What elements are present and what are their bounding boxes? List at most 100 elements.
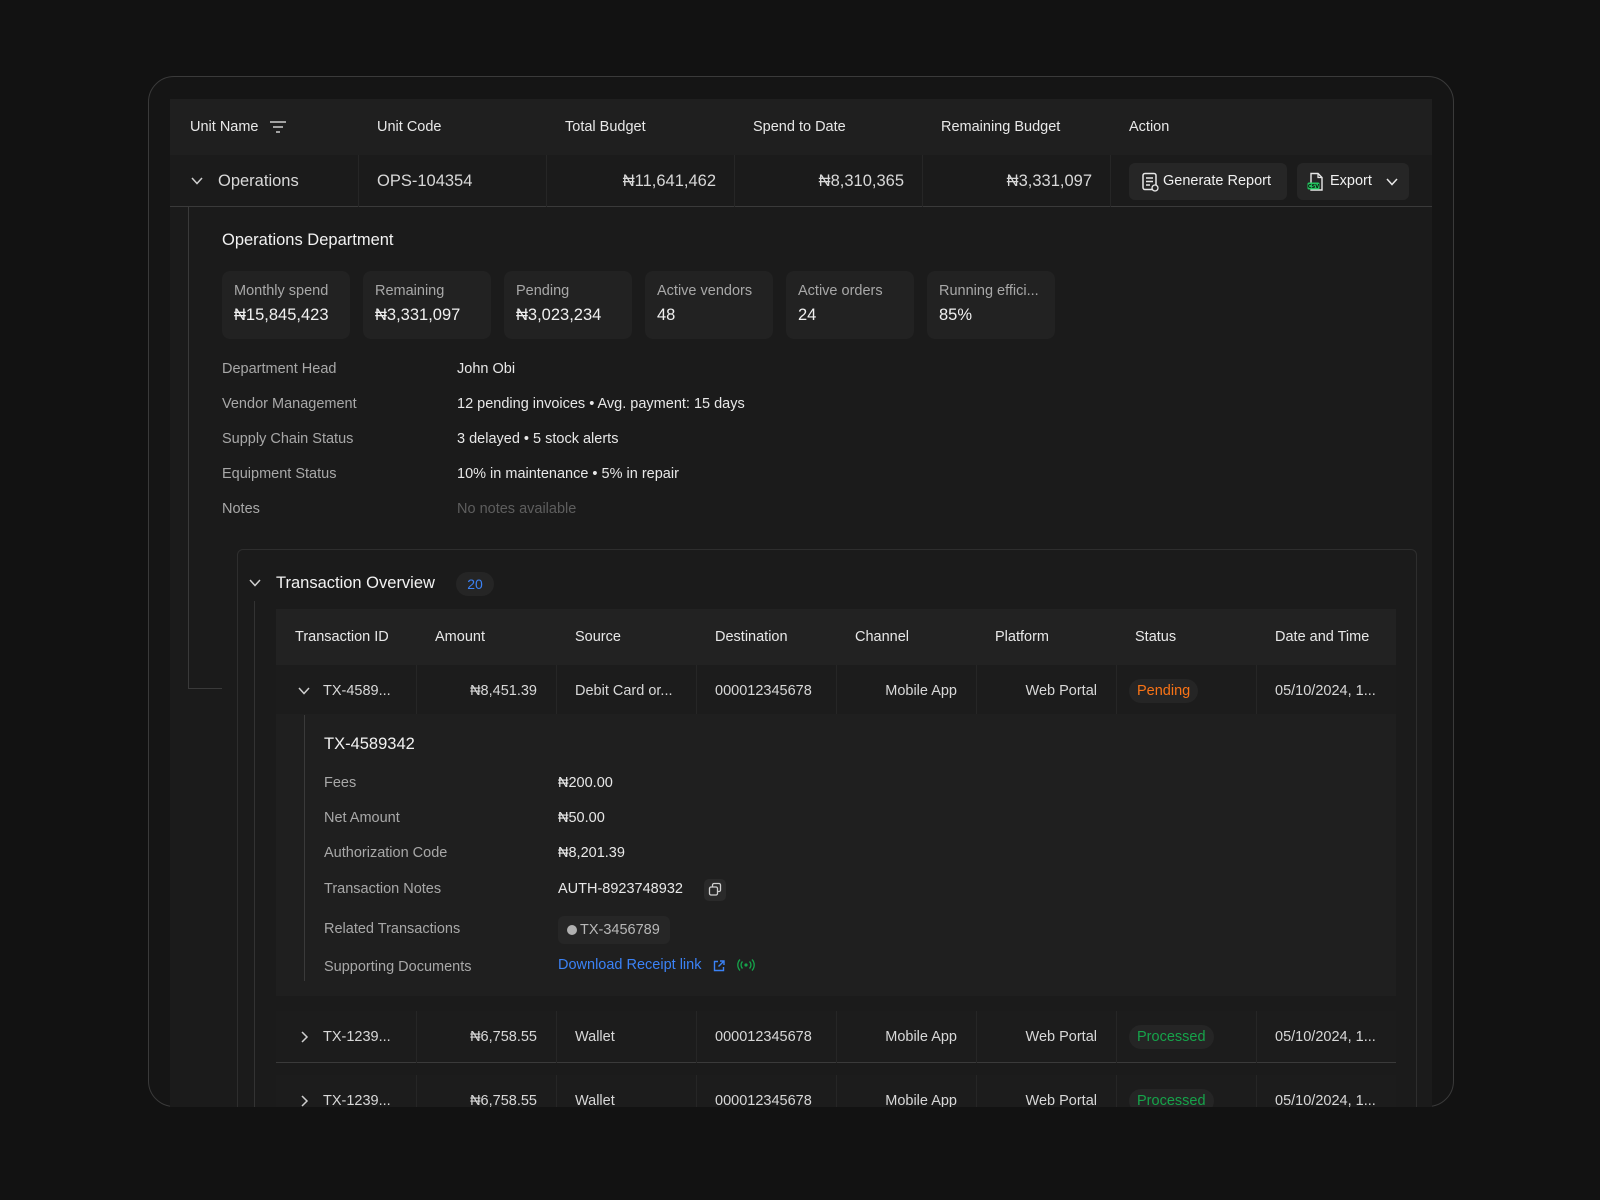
- column-divider: [1256, 1011, 1257, 1063]
- stat-value: 48: [657, 306, 676, 324]
- table-row[interactable]: TX-1239... ₦6,758.55 Wallet 000012345678…: [276, 1011, 1396, 1063]
- transaction-id-cell[interactable]: TX-4589...: [323, 665, 391, 717]
- date-time-cell: 05/10/2024, 1...: [1275, 1029, 1376, 1045]
- info-value: John Obi: [457, 361, 516, 377]
- chevron-right-icon[interactable]: [297, 1030, 311, 1044]
- external-link-icon[interactable]: [712, 959, 726, 973]
- export-button[interactable]: CSV Export: [1297, 163, 1409, 200]
- detail-value: ₦8,201.39: [558, 845, 625, 861]
- transaction-table-header: Transaction ID Amount Source Destination…: [276, 609, 1396, 665]
- related-transaction-chip[interactable]: TX-3456789: [558, 916, 670, 944]
- table-row[interactable]: TX-1239... ₦6,758.55 Wallet 000012345678…: [276, 1075, 1396, 1107]
- remaining-budget-cell: ₦3,331,097: [1006, 172, 1092, 190]
- transaction-id-cell[interactable]: TX-1239...: [323, 1075, 391, 1107]
- header-status: Status: [1135, 629, 1177, 645]
- status-badge: Processed: [1129, 1089, 1214, 1107]
- header-destination: Destination: [715, 629, 788, 645]
- detail-label: Transaction Notes: [324, 881, 442, 897]
- detail-value: ₦200.00: [558, 775, 613, 791]
- table-row[interactable]: TX-4589... ₦8,451.39 Debit Card or... 00…: [276, 665, 1396, 717]
- stat-value: ₦3,331,097: [375, 306, 461, 324]
- info-value: 10% in maintenance • 5% in repair: [457, 466, 679, 482]
- column-divider: [1256, 1075, 1257, 1107]
- header-remaining-budget: Remaining Budget: [941, 119, 1061, 135]
- export-label: Export: [1330, 173, 1372, 189]
- chevron-right-icon[interactable]: [297, 1094, 311, 1107]
- info-value: No notes available: [457, 501, 577, 517]
- copy-button[interactable]: [704, 879, 726, 901]
- column-divider: [696, 1075, 697, 1107]
- tree-connector: [188, 688, 222, 689]
- header-spend-to-date: Spend to Date: [753, 119, 846, 135]
- stat-label: Active vendors: [657, 283, 753, 299]
- department-title: Operations Department: [222, 231, 394, 249]
- chevron-down-icon[interactable]: [190, 174, 204, 188]
- stat-label: Active orders: [798, 283, 883, 299]
- column-divider: [696, 665, 697, 717]
- column-divider: [1116, 1011, 1117, 1063]
- stat-label: Monthly spend: [234, 283, 329, 299]
- transaction-detail-title: TX-4589342: [324, 735, 415, 753]
- platform-cell: Web Portal: [1025, 683, 1097, 699]
- tree-connector: [304, 715, 305, 981]
- unit-code-cell: OPS-104354: [377, 172, 473, 190]
- tree-connector: [188, 207, 189, 689]
- report-icon: [1142, 172, 1159, 192]
- stat-card-active-orders: Active orders 24: [786, 271, 914, 339]
- table-header: Unit Name Unit Code Total Budget Spend t…: [170, 99, 1432, 155]
- detail-label: Related Transactions: [324, 921, 461, 937]
- header-amount: Amount: [435, 629, 485, 645]
- transaction-overview-title: Transaction Overview: [276, 574, 435, 592]
- info-label: Supply Chain Status: [222, 431, 354, 447]
- stat-card-remaining: Remaining ₦3,331,097: [363, 271, 491, 339]
- stat-card-pending: Pending ₦3,023,234: [504, 271, 632, 339]
- detail-value: ₦50.00: [558, 810, 605, 826]
- amount-cell: ₦6,758.55: [470, 1093, 537, 1107]
- svg-text:CSV: CSV: [1308, 184, 1319, 190]
- column-divider: [556, 1075, 557, 1107]
- amount-cell: ₦6,758.55: [470, 1029, 537, 1045]
- download-receipt-link[interactable]: Download Receipt link: [558, 957, 701, 973]
- header-unit-name: Unit Name: [190, 119, 259, 135]
- stat-value: 24: [798, 306, 817, 324]
- generate-report-button[interactable]: Generate Report: [1129, 163, 1287, 200]
- copy-icon: [708, 882, 722, 896]
- channel-cell: Mobile App: [885, 1093, 957, 1107]
- source-cell: Debit Card or...: [575, 683, 673, 699]
- amount-cell: ₦8,451.39: [470, 683, 537, 699]
- date-time-cell: 05/10/2024, 1...: [1275, 1093, 1376, 1107]
- info-label: Equipment Status: [222, 466, 337, 482]
- stat-value: ₦3,023,234: [516, 306, 602, 324]
- column-divider: [696, 1011, 697, 1063]
- channel-cell: Mobile App: [885, 683, 957, 699]
- budget-panel: Unit Name Unit Code Total Budget Spend t…: [170, 99, 1432, 1107]
- info-value: 3 delayed • 5 stock alerts: [457, 431, 619, 447]
- source-cell: Wallet: [575, 1029, 615, 1045]
- destination-cell: 000012345678: [715, 1029, 812, 1045]
- column-divider: [1110, 155, 1111, 207]
- header-date-time: Date and Time: [1275, 629, 1370, 645]
- detail-label: Net Amount: [324, 810, 400, 826]
- date-time-cell: 05/10/2024, 1...: [1275, 683, 1376, 699]
- stat-label: Running effici...: [939, 283, 1039, 299]
- column-divider: [1256, 665, 1257, 717]
- filter-icon[interactable]: [269, 119, 287, 135]
- destination-cell: 000012345678: [715, 683, 812, 699]
- header-transaction-id: Transaction ID: [295, 629, 389, 645]
- header-source: Source: [575, 629, 621, 645]
- stat-card-active-vendors: Active vendors 48: [645, 271, 773, 339]
- header-unit-code: Unit Code: [377, 119, 442, 135]
- stat-label: Pending: [516, 283, 570, 299]
- channel-cell: Mobile App: [885, 1029, 957, 1045]
- transaction-id-cell[interactable]: TX-1239...: [323, 1011, 391, 1063]
- info-label: Notes: [222, 501, 260, 517]
- chevron-down-icon[interactable]: [248, 576, 262, 590]
- table-row[interactable]: Operations OPS-104354 ₦11,641,462 ₦8,310…: [170, 155, 1432, 207]
- detail-label: Fees: [324, 775, 357, 791]
- chevron-down-icon[interactable]: [297, 684, 311, 698]
- header-platform: Platform: [995, 629, 1049, 645]
- column-divider: [1116, 1075, 1117, 1107]
- header-channel: Channel: [855, 629, 910, 645]
- related-transaction-id: TX-3456789: [580, 922, 660, 938]
- column-divider: [556, 1011, 557, 1063]
